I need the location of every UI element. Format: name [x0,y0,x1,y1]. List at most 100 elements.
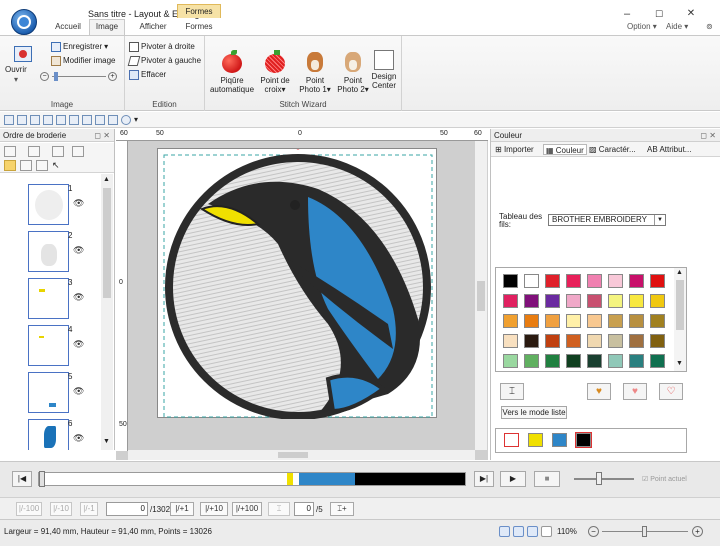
preview-icon[interactable] [82,114,92,125]
color-swatch[interactable] [650,354,665,368]
retrace-checkbox[interactable]: ☑ Point actuel [642,475,687,483]
tab-importer[interactable]: ⊞ Importer [495,144,534,155]
stitch-item-1[interactable] [28,184,69,225]
color-swatch[interactable] [650,314,665,328]
color-back-button[interactable]: ⌶ [268,502,290,516]
play-button[interactable]: ▶ [500,471,526,487]
palette-scroll-down-icon[interactable]: ▼ [676,360,683,367]
piqure-auto-button[interactable]: Piqûre automatique [209,50,255,94]
panel-controls[interactable]: ◻ ✕ [94,129,110,142]
color-panel-controls[interactable]: ◻ ✕ [700,129,716,142]
step-forward-1-button[interactable]: |/+1 [170,502,194,516]
heart-outline-button[interactable]: ♡ [659,383,683,400]
color-swatch[interactable] [545,294,560,308]
speed-slider[interactable] [574,472,634,485]
apply-color-button[interactable]: ♥ [587,383,611,400]
undo-icon[interactable] [56,114,66,125]
color-swatch[interactable] [566,354,581,368]
color-swatch[interactable] [503,314,518,328]
color-swatch[interactable] [608,354,623,368]
view-realistic-icon[interactable] [513,526,524,537]
palette-scroll-thumb[interactable] [676,280,684,330]
tab-accueil[interactable]: Accueil [50,20,86,34]
point-de-croix-button[interactable]: Point de croix▾ [255,50,295,94]
color-swatch[interactable] [566,274,581,288]
stitch-position-input[interactable]: 0 [106,502,148,516]
view-stitch-icon[interactable] [527,526,538,537]
new-file-icon[interactable] [4,114,14,125]
color-swatch[interactable] [629,294,644,308]
color-swatch[interactable] [629,314,644,328]
color-swatch[interactable] [503,354,518,368]
fabric-button[interactable]: ⌶ [500,383,524,400]
frame-icon[interactable] [72,146,84,157]
zoom-slider[interactable] [602,526,688,537]
canvas-h-scroll-thumb[interactable] [278,452,308,458]
image-opacity-slider[interactable]: − + [40,71,118,83]
help-icon[interactable] [121,114,131,125]
stitch-item-4[interactable] [28,325,69,366]
tab-attributs[interactable]: AB Attribut... [647,144,691,155]
view-grid-icon[interactable] [541,526,552,537]
used-color-swatch[interactable] [552,433,567,447]
step-back-100-button[interactable]: |/-100 [16,502,42,516]
color-swatch[interactable] [503,274,518,288]
color-swatch[interactable] [650,274,665,288]
end-button[interactable]: ▶| [474,471,494,487]
show-icon[interactable] [4,160,16,171]
color-swatch[interactable] [587,354,602,368]
color-swatch[interactable] [566,334,581,348]
thread-chart-select[interactable]: BROTHER EMBROIDERY ▼ [548,214,666,226]
tab-afficher[interactable]: Afficher [133,20,173,34]
aide-menu[interactable]: Aide ▾ [666,22,688,31]
application-button[interactable] [11,9,37,35]
color-swatch[interactable] [629,274,644,288]
stitch-progress-bar[interactable] [38,471,466,487]
color-swatch[interactable] [545,354,560,368]
color-swatch[interactable] [503,294,518,308]
stitch-item-6[interactable] [28,419,69,450]
color-swatch[interactable] [524,314,539,328]
scroll-up-icon[interactable]: ▲ [103,176,110,183]
used-color-swatch[interactable] [504,433,519,447]
palette-scroll-up-icon[interactable]: ▲ [676,269,683,276]
color-swatch[interactable] [608,294,623,308]
zoom-icon[interactable] [43,114,53,125]
point-photo-1-button[interactable]: Point Photo 1▾ [295,50,335,94]
save-icon[interactable] [30,114,40,125]
ouvrir-dropdown[interactable]: ▾ [14,74,18,86]
color-swatch[interactable] [587,334,602,348]
realistic-preview-icon[interactable] [95,114,105,125]
maximize-button[interactable]: ☐ [644,6,674,22]
pointer-icon[interactable]: ↖ [52,160,64,171]
color-sort-icon[interactable] [28,146,40,157]
used-color-swatch[interactable] [575,432,592,448]
color-swatch[interactable] [545,314,560,328]
color-swatch[interactable] [587,274,602,288]
canvas-vertical-scrollbar[interactable] [475,141,487,450]
color-forward-button[interactable]: ⌶+ [330,502,354,516]
step-back-10-button[interactable]: |/-10 [50,502,72,516]
tab-caracteres[interactable]: ▨ Caractér... [589,144,636,155]
ribbon-help-icon[interactable]: ⊚ [706,22,713,31]
zoom-out-icon[interactable]: − [588,526,599,537]
lock-icon[interactable] [20,160,32,171]
qat-dropdown-icon[interactable]: ▾ [134,115,138,124]
eye-icon[interactable]: 👁 [73,292,84,303]
color-swatch[interactable] [545,334,560,348]
order-list-scroll-thumb[interactable] [103,188,111,298]
color-swatch[interactable] [545,274,560,288]
minimize-button[interactable]: – [612,6,642,22]
redo-icon[interactable] [69,114,79,125]
effacer-button[interactable]: Effacer [129,69,166,81]
sort-icon[interactable] [4,146,16,157]
color-swatch[interactable] [650,294,665,308]
zoom-in-icon[interactable]: + [692,526,703,537]
color-swatch[interactable] [566,314,581,328]
open-file-icon[interactable] [17,114,27,125]
stitch-item-5[interactable] [28,372,69,413]
stop-button[interactable]: ■ [534,471,560,487]
stitch-item-3[interactable] [28,278,69,319]
step-back-1-button[interactable]: |/-1 [80,502,98,516]
color-swatch[interactable] [608,314,623,328]
